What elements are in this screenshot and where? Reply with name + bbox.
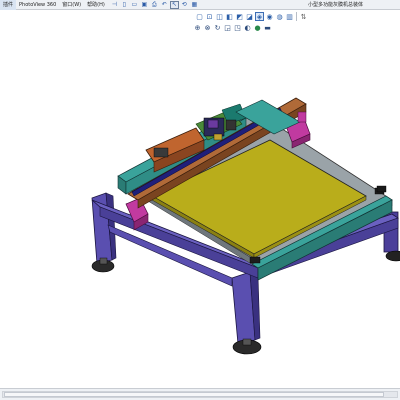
hide-show-items-icon[interactable]: ◈ bbox=[255, 12, 264, 21]
horizontal-scrollbar[interactable] bbox=[2, 391, 398, 398]
view-settings-icon[interactable]: ▥ bbox=[285, 12, 294, 21]
zoom-to-area-icon[interactable]: ⊡ bbox=[205, 12, 214, 21]
toolbar-divider bbox=[296, 12, 297, 21]
zoom-to-fit-icon[interactable]: ▢ bbox=[195, 12, 204, 21]
section-view-icon[interactable]: ◧ bbox=[225, 12, 234, 21]
options-icon[interactable]: ▦ bbox=[190, 1, 199, 9]
rebuild-icon[interactable]: ⟲ bbox=[180, 1, 189, 9]
view-orientation-icon[interactable]: ◩ bbox=[235, 12, 244, 21]
pin-icon[interactable]: ⊣ bbox=[110, 1, 119, 9]
menu-item-plugins[interactable]: 插件 bbox=[0, 0, 17, 10]
edit-appearance-icon[interactable]: ◉ bbox=[265, 12, 274, 21]
display-style-icon[interactable]: ◪ bbox=[245, 12, 254, 21]
menu-item-window[interactable]: 窗口(W) bbox=[59, 0, 84, 10]
orientation-icon[interactable]: ◳ bbox=[233, 24, 242, 33]
open-folder-icon[interactable]: ▭ bbox=[130, 1, 139, 9]
section-icon[interactable]: ◲ bbox=[223, 24, 232, 33]
scene-icon[interactable]: ▬ bbox=[263, 24, 272, 33]
display-icon[interactable]: ◐ bbox=[243, 24, 252, 33]
print-icon[interactable]: ⎙ bbox=[150, 1, 159, 9]
scrollbar-thumb[interactable] bbox=[4, 392, 384, 397]
graphics-area[interactable] bbox=[0, 34, 400, 388]
zoom-area-icon[interactable]: ⊗ bbox=[203, 24, 212, 33]
previous-view-icon[interactable]: ◫ bbox=[215, 12, 224, 21]
view-toolbar: ▢ ⊡ ◫ ◧ ◩ ◪ ◈ ◉ ◍ ▥ ⇅ bbox=[195, 11, 308, 22]
undo-icon[interactable]: ↶ bbox=[160, 1, 169, 9]
status-bar bbox=[0, 388, 400, 400]
menu-item-photoview[interactable]: PhotoView 360 bbox=[16, 0, 59, 10]
new-file-icon[interactable]: ▯ bbox=[120, 1, 129, 9]
menu-bar: 插件 PhotoView 360 窗口(W) 帮助(H) ⊣ ▯ ▭ ▣ ⎙ ↶… bbox=[0, 0, 400, 10]
perspective-icon[interactable]: ⇅ bbox=[299, 12, 308, 21]
select-icon[interactable]: ↖ bbox=[169, 0, 179, 9]
save-icon[interactable]: ▣ bbox=[140, 1, 149, 9]
document-title: 小型多功能灰膜机总装体 bbox=[308, 2, 364, 8]
quick-access-toolbar: ⊣ ▯ ▭ ▣ ⎙ ↶ ↖ ⟲ ▦ bbox=[110, 0, 199, 9]
apply-scene-icon[interactable]: ◍ bbox=[275, 12, 284, 21]
front-right-leg bbox=[231, 271, 262, 355]
zoom-fit-icon[interactable]: ⊕ bbox=[193, 24, 202, 33]
heads-up-toolbar: ⊕ ⊗ ↻ ◲ ◳ ◐ ● ▬ bbox=[193, 23, 272, 33]
rotate-icon[interactable]: ↻ bbox=[213, 24, 222, 33]
menu-item-help[interactable]: 帮助(H) bbox=[84, 0, 108, 10]
appearance-icon[interactable]: ● bbox=[253, 24, 262, 33]
